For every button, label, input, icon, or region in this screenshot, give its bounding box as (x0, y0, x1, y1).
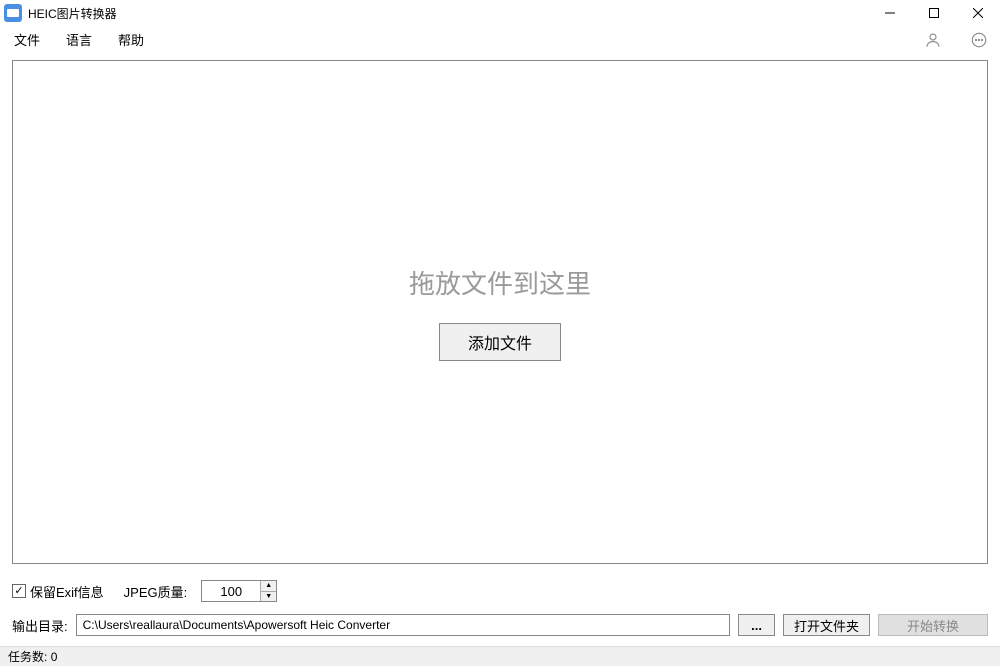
open-folder-button[interactable]: 打开文件夹 (783, 614, 870, 636)
app-icon (4, 4, 22, 22)
feedback-icon[interactable] (968, 29, 990, 51)
output-path-input[interactable] (76, 614, 731, 636)
spinner-down-button[interactable]: ▼ (261, 592, 276, 602)
user-icon[interactable] (922, 29, 944, 51)
output-row: 输出目录: ... 打开文件夹 开始转换 (12, 614, 988, 636)
window-controls (868, 0, 1000, 26)
titlebar: HEIC图片转换器 (0, 0, 1000, 26)
checkbox-icon: ✓ (12, 584, 26, 598)
keep-exif-label: 保留Exif信息 (30, 582, 104, 601)
menu-file[interactable]: 文件 (10, 28, 44, 51)
add-file-button[interactable]: 添加文件 (439, 323, 561, 361)
options-row: ✓ 保留Exif信息 JPEG质量: ▲ ▼ (12, 580, 988, 602)
task-count-label: 任务数: (8, 648, 47, 665)
close-button[interactable] (956, 0, 1000, 26)
maximize-button[interactable] (912, 0, 956, 26)
dropzone[interactable]: 拖放文件到这里 添加文件 (12, 60, 988, 564)
content-area: 拖放文件到这里 添加文件 ✓ 保留Exif信息 JPEG质量: ▲ ▼ 输出目录… (0, 54, 1000, 646)
menu-help[interactable]: 帮助 (114, 28, 148, 51)
start-convert-button[interactable]: 开始转换 (878, 614, 988, 636)
minimize-button[interactable] (868, 0, 912, 26)
keep-exif-checkbox[interactable]: ✓ 保留Exif信息 (12, 582, 104, 601)
menu-language[interactable]: 语言 (62, 28, 96, 51)
output-dir-label: 输出目录: (12, 616, 68, 635)
app-title: HEIC图片转换器 (28, 5, 868, 22)
dropzone-text: 拖放文件到这里 (409, 264, 591, 301)
statusbar: 任务数: 0 (0, 646, 1000, 666)
jpeg-quality-input[interactable] (202, 581, 260, 601)
browse-button[interactable]: ... (738, 614, 775, 636)
jpeg-quality-label: JPEG质量: (124, 582, 188, 601)
spinner-up-button[interactable]: ▲ (261, 581, 276, 592)
menubar: 文件 语言 帮助 (0, 26, 1000, 54)
jpeg-quality-spinner: ▲ ▼ (201, 580, 277, 602)
task-count-value: 0 (51, 650, 58, 664)
